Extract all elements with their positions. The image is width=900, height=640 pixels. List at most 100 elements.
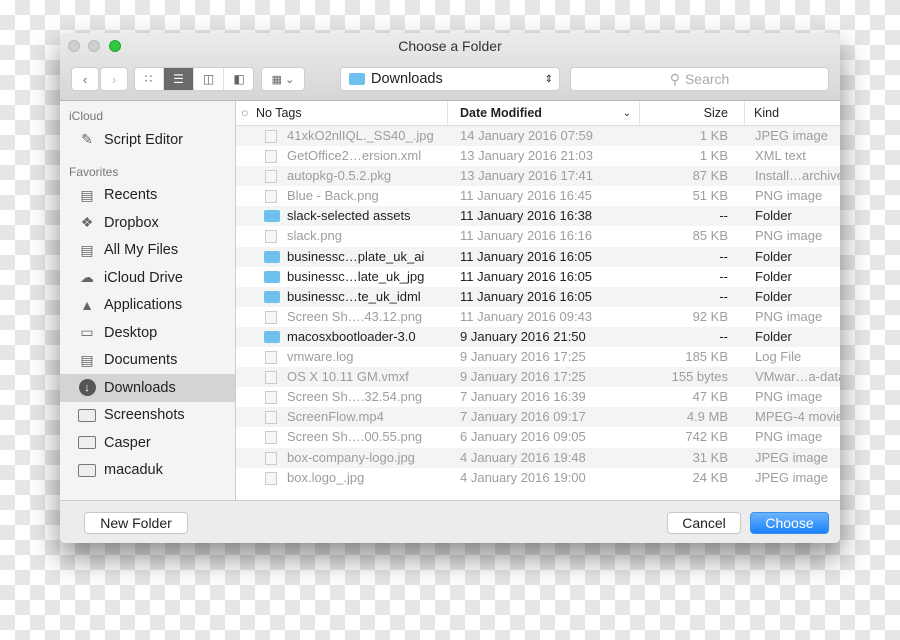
tag-circle-icon: ○: [241, 106, 249, 120]
sidebar-item-recents[interactable]: ▤ Recents: [60, 182, 235, 210]
file-row[interactable]: macosxbootloader-3.0 9 January 2016 21:5…: [236, 326, 840, 348]
file-size: 155 bytes: [671, 369, 728, 385]
sidebar-item-label: Desktop: [104, 324, 158, 341]
sort-chevron-icon: ⌄: [622, 108, 631, 119]
file-date: 11 January 2016 16:05: [460, 288, 593, 304]
file-list[interactable]: ○ No Tags Date Modified ⌄ Size Kind 41xkO2…: [236, 101, 840, 500]
file-row[interactable]: businessc…plate_uk_ai 11 January 2016 16…: [236, 246, 840, 267]
file-size: --: [719, 248, 728, 264]
file-size: --: [719, 268, 728, 284]
list-view-button[interactable]: ☰: [164, 68, 194, 90]
file-date: 4 January 2016 19:00: [460, 469, 586, 485]
file-icon: [265, 471, 277, 485]
icon-view-button[interactable]: ∷: [135, 68, 164, 90]
arrange-button[interactable]: ▦ ⌄: [261, 67, 305, 91]
file-icon: [265, 310, 277, 324]
file-kind: Folder: [755, 248, 792, 264]
file-name: businessc…plate_uk_ai: [287, 248, 425, 264]
sidebar-item-all-my-files[interactable]: ▤ All My Files: [60, 237, 235, 265]
file-kind: MPEG-4 movie: [755, 409, 840, 425]
sidebar-item-macaduk[interactable]: macaduk: [60, 457, 235, 485]
sidebar-item-label: Casper: [104, 434, 151, 451]
file-name: businessc…te_uk_idml: [287, 288, 421, 304]
sidebar-item-screenshots[interactable]: Screenshots: [60, 402, 235, 430]
file-date: 4 January 2016 19:48: [460, 449, 586, 465]
sidebar-item-casper[interactable]: Casper: [60, 429, 235, 457]
column-name[interactable]: ○ No Tags: [236, 101, 448, 126]
cancel-button[interactable]: Cancel: [667, 512, 741, 534]
choose-button[interactable]: Choose: [750, 512, 829, 534]
file-size: 24 KB: [692, 469, 728, 485]
search-field[interactable]: ⚲ Search: [570, 67, 829, 91]
file-date: 9 January 2016 17:25: [460, 369, 586, 385]
file-date: 7 January 2016 09:17: [460, 409, 586, 425]
script-editor-icon: ✎: [81, 131, 93, 148]
folder-icon: [78, 407, 96, 423]
file-row[interactable]: autopkg-0.5.2.pkg 13 January 2016 17:41 …: [236, 166, 840, 187]
cover-flow-button[interactable]: ◧: [224, 68, 253, 90]
sidebar-item-downloads[interactable]: ↓ Downloads: [60, 374, 235, 402]
sidebar-item-dropbox[interactable]: ❖ Dropbox: [60, 209, 235, 237]
column-size[interactable]: Size: [640, 101, 745, 126]
file-row[interactable]: slack.png 11 January 2016 16:16 85 KB PN…: [236, 226, 840, 246]
file-icon: [265, 391, 277, 405]
applications-icon: ▲: [80, 297, 94, 314]
choose-folder-dialog: Choose a Folder ‹ › ∷ ☰ ◫ ◧ ▦ ⌄ Download…: [60, 33, 840, 543]
file-kind: Install…archive: [755, 168, 840, 184]
dropbox-icon: ❖: [80, 214, 94, 231]
file-date: 11 January 2016 09:43: [460, 308, 593, 324]
file-icon: [265, 130, 277, 143]
file-date: 14 January 2016 07:59: [460, 128, 593, 143]
documents-icon: ▤: [80, 351, 94, 368]
location-popup[interactable]: Downloads ⇕: [340, 67, 560, 91]
file-icon: [265, 190, 277, 204]
column-view-button[interactable]: ◫: [194, 68, 224, 90]
file-row[interactable]: Screen Sh….32.54.png 7 January 2016 16:3…: [236, 387, 840, 407]
sidebar-item-label: Documents: [104, 352, 178, 369]
file-size: 185 KB: [685, 349, 728, 365]
column-date[interactable]: Date Modified ⌄: [448, 101, 640, 126]
file-date: 11 January 2016 16:45: [460, 188, 593, 204]
file-row[interactable]: box-company-logo.jpg 4 January 2016 19:4…: [236, 447, 840, 468]
file-size: --: [719, 328, 728, 344]
file-row[interactable]: slack-selected assets 11 January 2016 16…: [236, 206, 840, 227]
sidebar-item-documents[interactable]: ▤ Documents: [60, 347, 235, 375]
view-mode-control[interactable]: ∷ ☰ ◫ ◧: [134, 67, 254, 91]
file-row[interactable]: 41xkO2nlIQL._SS40_.jpg 14 January 2016 0…: [236, 126, 840, 147]
all-files-icon: ▤: [80, 241, 94, 258]
location-label: Downloads: [371, 71, 443, 87]
sidebar-item-applications[interactable]: ▲ Applications: [60, 292, 235, 320]
sidebar-item-desktop[interactable]: ▭ Desktop: [60, 319, 235, 347]
file-name: Screen Sh….32.54.png: [287, 389, 423, 405]
file-name: ScreenFlow.mp4: [287, 409, 384, 425]
file-name: box.logo_.jpg: [287, 469, 365, 485]
new-folder-button[interactable]: New Folder: [84, 512, 188, 534]
file-row[interactable]: Screen Sh….00.55.png 6 January 2016 09:0…: [236, 427, 840, 447]
file-row[interactable]: ScreenFlow.mp4 7 January 2016 09:17 4.9 …: [236, 407, 840, 428]
sidebar-item-script-editor[interactable]: ✎ Script Editor: [60, 126, 235, 154]
footer: New Folder Cancel Choose: [60, 500, 840, 543]
file-size: --: [719, 288, 728, 304]
file-name: Blue - Back.png: [287, 188, 379, 204]
arrange-icon: ▦ ⌄: [271, 73, 295, 86]
sidebar-item-icloud-drive[interactable]: ☁ iCloud Drive: [60, 264, 235, 292]
file-icon: [265, 431, 277, 445]
file-row[interactable]: Blue - Back.png 11 January 2016 16:45 51…: [236, 186, 840, 206]
file-row[interactable]: OS X 10.11 GM.vmxf 9 January 2016 17:25 …: [236, 367, 840, 388]
file-icon: [265, 351, 277, 365]
file-row[interactable]: businessc…late_uk_jpg 11 January 2016 16…: [236, 267, 840, 287]
file-row[interactable]: Screen Sh….43.12.png 11 January 2016 09:…: [236, 307, 840, 327]
back-button[interactable]: ‹: [71, 67, 99, 91]
sidebar-item-label: Recents: [104, 187, 158, 204]
forward-button[interactable]: ›: [100, 67, 128, 91]
chevron-left-icon: ‹: [82, 71, 88, 87]
column-kind[interactable]: Kind: [745, 101, 840, 126]
file-size: 51 KB: [692, 188, 728, 204]
window-title: Choose a Folder: [398, 38, 502, 54]
recents-icon: ▤: [80, 186, 94, 203]
file-row[interactable]: businessc…te_uk_idml 11 January 2016 16:…: [236, 286, 840, 307]
file-icon: [265, 230, 277, 244]
file-row[interactable]: box.logo_.jpg 4 January 2016 19:00 24 KB…: [236, 468, 840, 488]
file-row[interactable]: GetOffice2…ersion.xml 13 January 2016 21…: [236, 146, 840, 166]
file-row[interactable]: vmware.log 9 January 2016 17:25 185 KB L…: [236, 347, 840, 367]
